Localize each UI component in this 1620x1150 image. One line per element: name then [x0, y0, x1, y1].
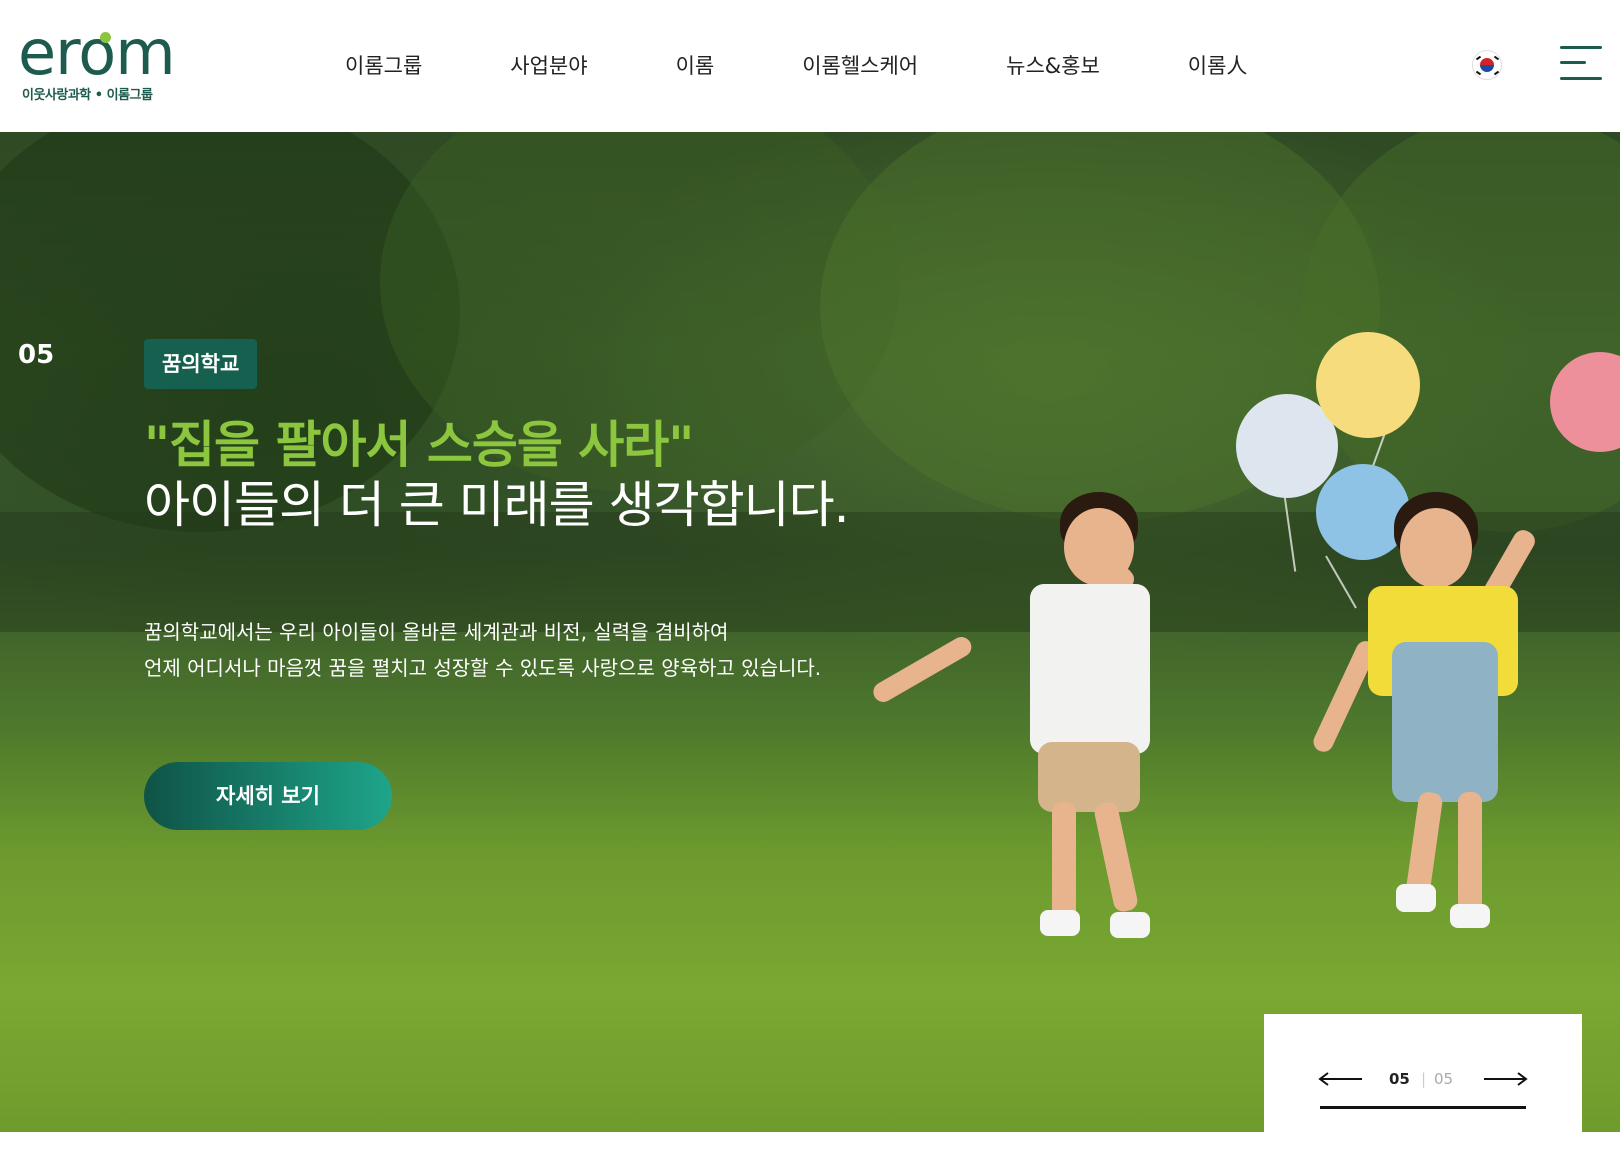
- logo-dot: [100, 32, 111, 43]
- logo-subtitle: 이웃사랑과학 • 이롬그룹: [22, 88, 153, 103]
- pager-total: 05: [1434, 1070, 1454, 1088]
- arrow-right-icon[interactable]: [1484, 1072, 1528, 1086]
- site-header: erom 이웃사랑과학 • 이롬그룹 이롬그룹 사업분야 이롬 이롬헬스케어 뉴…: [0, 0, 1620, 132]
- more-details-button[interactable]: 자세히 보기: [144, 762, 392, 830]
- nav-item-business[interactable]: 사업분야: [510, 48, 587, 84]
- pager-separator: |: [1421, 1070, 1427, 1088]
- logo-wordmark: erom: [18, 16, 176, 89]
- running-boy: [869, 492, 1240, 972]
- slide-progress-bar: [1320, 1106, 1526, 1109]
- slide-number: 05: [18, 340, 55, 370]
- main-nav: 이롬그룹 사업분야 이롬 이롬헬스케어 뉴스&홍보 이롬人: [300, 48, 1247, 84]
- erom-logo[interactable]: erom 이웃사랑과학 • 이롬그룹: [18, 22, 218, 112]
- hero-subheadline: 아이들의 더 큰 미래를 생각합니다.: [144, 476, 849, 534]
- hero-description: 꿈의학교에서는 우리 아이들이 올바른 세계관과 비전, 실력을 겸비하여 언제…: [144, 614, 821, 686]
- slide-pager: 05 | 05: [1264, 1014, 1582, 1150]
- nav-item-erom-people[interactable]: 이롬人: [1188, 48, 1248, 84]
- hero-slide: 05 꿈의학교 "집을 팔아서 스승을 사라" 아이들의 더 큰 미래를 생각합…: [0, 132, 1620, 1132]
- category-tag: 꿈의학교: [144, 339, 258, 389]
- nav-item-erom[interactable]: 이롬: [676, 48, 715, 84]
- nav-item-erom-healthcare[interactable]: 이롬헬스케어: [802, 48, 918, 84]
- nav-item-news[interactable]: 뉴스&홍보: [1006, 48, 1100, 84]
- pager-current: 05: [1389, 1070, 1410, 1088]
- nav-item-erom-group[interactable]: 이롬그룹: [345, 48, 422, 84]
- arrow-left-icon[interactable]: [1318, 1072, 1362, 1086]
- running-girl: [1300, 492, 1620, 972]
- description-line: 언제 어디서나 마음껏 꿈을 펼치고 성장할 수 있도록 사랑으로 양육하고 있…: [144, 656, 822, 680]
- korea-flag-icon[interactable]: [1472, 50, 1502, 80]
- hamburger-menu-icon[interactable]: [1560, 44, 1602, 82]
- yellow-balloon: [1316, 332, 1420, 438]
- description-line: 꿈의학교에서는 우리 아이들이 올바른 세계관과 비전, 실력을 겸비하여: [144, 620, 729, 644]
